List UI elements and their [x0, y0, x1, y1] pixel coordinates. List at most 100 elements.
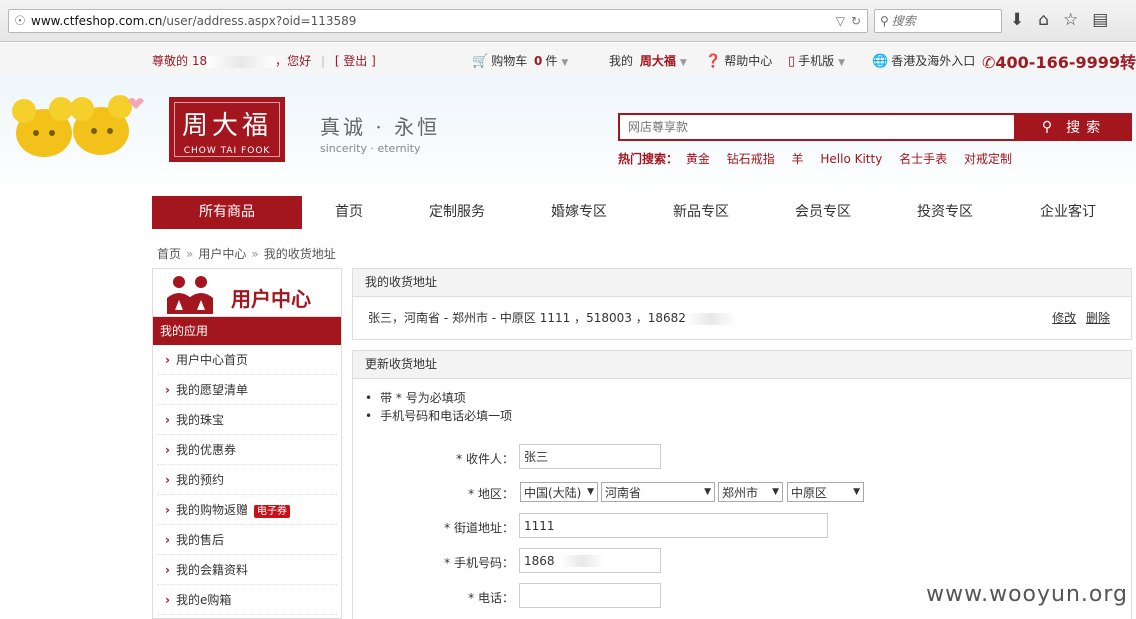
recipient-label: * 收件人： — [456, 452, 514, 466]
my-addresses-panel: 我的收货地址 张三，河南省 - 郑州市 - 中原区 1111 ，518003 ，… — [352, 268, 1132, 340]
chevron-down-icon: ▼ — [679, 58, 687, 68]
hot-keyword[interactable]: 钻石戒指 — [727, 152, 775, 166]
cart-label: 购物车 — [491, 54, 528, 68]
sidebar-item-label: 我的会籍资料 — [175, 563, 248, 577]
nav-investment[interactable]: 投资专区 — [884, 196, 1006, 229]
hot-keyword[interactable]: Hello Kitty — [820, 152, 882, 166]
dropdown-icon[interactable]: ▽ — [836, 14, 845, 28]
province-select[interactable]: 河南省 ▼ — [601, 482, 715, 502]
home-icon[interactable]: ⌂ — [1038, 10, 1049, 30]
nav-corporate[interactable]: 企业客订 — [1006, 196, 1130, 229]
sidebar-section-my-apps: 我的应用 — [153, 317, 341, 345]
chevron-down-icon: ▼ — [704, 487, 711, 497]
site-search-input[interactable] — [618, 113, 1016, 141]
download-icon[interactable]: ⬇ — [1010, 10, 1024, 30]
mobile-version-link[interactable]: ▯ 手机版 ▼ — [788, 52, 845, 69]
user-greeting: 尊敬的 18 ，您好 | [ 登出 ] — [152, 54, 376, 68]
sidebar-item-label: 我的购物返赠 — [175, 503, 248, 517]
sidebar-item-label: 我的售后 — [175, 533, 224, 547]
cart-count: 0 — [534, 54, 543, 68]
edit-address-link[interactable]: 修改 — [1052, 311, 1076, 325]
sidebar-item-after-sales[interactable]: › 我的售后 — [157, 525, 337, 555]
browser-search-box[interactable]: ⚲ — [874, 9, 1002, 33]
sidebar-item-label: 我的愿望清单 — [175, 383, 248, 397]
mascot-illustration — [12, 95, 144, 157]
phone-input[interactable] — [519, 583, 661, 608]
address-bar[interactable]: ☉ www.ctfeshop.com.cn/user/address.aspx?… — [8, 9, 868, 33]
browser-search-input[interactable] — [891, 14, 992, 28]
site-search: ⚲ 搜索 — [618, 113, 1132, 141]
chevron-right-icon: › — [165, 503, 170, 517]
chevron-down-icon: ▼ — [561, 58, 569, 68]
recipient-input[interactable] — [519, 444, 661, 469]
hot-keyword[interactable]: 名士手表 — [899, 152, 947, 166]
telephone-icon: ✆ — [982, 53, 996, 72]
my-account-menu[interactable]: 我的 周大福 ▼ — [609, 52, 687, 69]
greet-prefix: 尊敬的 18 — [152, 54, 208, 68]
masked-phone — [685, 312, 736, 325]
chevron-right-icon: › — [165, 533, 170, 547]
nav-all-products[interactable]: 所有商品 — [152, 196, 302, 229]
city-value: 郑州市 — [722, 485, 759, 500]
reading-list-icon[interactable]: ▤ — [1092, 10, 1108, 30]
breadcrumb-user-center[interactable]: 用户中心 — [198, 247, 246, 261]
breadcrumb: 首页 » 用户中心 » 我的收货地址 — [157, 245, 336, 262]
city-select[interactable]: 郑州市 ▼ — [718, 482, 783, 502]
my-brand: 周大福 — [639, 54, 676, 68]
chow-tai-fook-logo[interactable]: 周大福 CHOW TAI FOOK — [169, 97, 285, 162]
sidebar-header: 用户中心 — [153, 269, 341, 317]
update-address-title: 更新收货地址 — [353, 351, 1131, 379]
mobile-phone-icon: ▯ — [788, 54, 796, 69]
sidebar-item-user-home[interactable]: › 用户中心首页 — [157, 345, 337, 375]
url-text[interactable]: www.ctfeshop.com.cn/user/address.aspx?oi… — [31, 14, 356, 28]
chevron-right-icon: › — [165, 563, 170, 577]
country-value: 中国(大陆) — [524, 485, 582, 500]
form-notes: • 带 * 号为必填项 • 手机号码和电话必填一项 — [353, 379, 1131, 425]
chevron-right-icon: › — [165, 383, 170, 397]
nav-custom-service[interactable]: 定制服务 — [396, 196, 518, 229]
sidebar-item-coupons[interactable]: › 我的优惠券 — [157, 435, 337, 465]
sidebar-item-jewelry[interactable]: › 我的珠宝 — [157, 405, 337, 435]
sidebar-item-rebates[interactable]: › 我的购物返赠 电子券 — [157, 495, 337, 525]
slogan-cn: 真诚 · 永恒 — [320, 115, 441, 139]
hot-keyword[interactable]: 对戒定制 — [964, 152, 1012, 166]
sidebar-item-wishlist[interactable]: › 我的愿望清单 — [157, 375, 337, 405]
cart-icon: 🛒 — [472, 54, 489, 69]
e-coupon-badge: 电子券 — [253, 505, 290, 518]
sidebar-item-label: 我的优惠券 — [175, 443, 236, 457]
district-select[interactable]: 中原区 ▼ — [787, 482, 864, 502]
nav-members[interactable]: 会员专区 — [762, 196, 884, 229]
globe-icon: 🌐 — [872, 54, 889, 69]
watermark-text: www.wooyun.org — [926, 582, 1128, 607]
breadcrumb-home[interactable]: 首页 — [157, 247, 181, 261]
url-path: /user/address.aspx?oid=113589 — [162, 14, 357, 28]
district-value: 中原区 — [791, 485, 828, 500]
bookmark-star-icon[interactable]: ☆ — [1063, 10, 1078, 30]
sidebar-item-label: 我的珠宝 — [175, 413, 224, 427]
address-entry-text: 张三，河南省 - 郑州市 - 中原区 1111 ，518003 ，18682 — [368, 311, 686, 325]
logout-link[interactable]: [ 登出 ] — [335, 54, 376, 68]
sidebar-item-label: 我的e购箱 — [175, 593, 232, 607]
delete-address-link[interactable]: 删除 — [1086, 311, 1110, 325]
form-note: • 手机号码和电话必填一项 — [365, 409, 513, 423]
help-center-link[interactable]: ❓ 帮助中心 — [705, 52, 772, 69]
hk-overseas-link[interactable]: 🌐 香港及海外入口 — [872, 52, 975, 69]
logo-en: CHOW TAI FOOK — [183, 146, 271, 156]
street-input[interactable] — [519, 513, 828, 538]
sidebar-item-appointments[interactable]: › 我的预约 — [157, 465, 337, 495]
site-search-button[interactable]: ⚲ 搜索 — [1016, 113, 1132, 141]
country-select[interactable]: 中国(大陆) ▼ — [520, 482, 598, 502]
hot-keyword[interactable]: 黄金 — [686, 152, 710, 166]
nav-home[interactable]: 首页 — [302, 196, 396, 229]
chevron-down-icon: ▼ — [838, 58, 846, 68]
hotline-number: ✆400-166-9999转8 — [982, 49, 1136, 73]
cart-link[interactable]: 🛒 购物车 0 件 ▼ — [472, 52, 568, 69]
sidebar-item-membership[interactable]: › 我的会籍资料 — [157, 555, 337, 585]
hot-keyword[interactable]: 羊 — [792, 152, 804, 166]
sidebar-item-e-box[interactable]: › 我的e购箱 — [157, 585, 337, 615]
cart-unit: 件 — [545, 54, 558, 68]
reload-icon[interactable]: ↻ — [851, 14, 861, 28]
nav-wedding[interactable]: 婚嫁专区 — [518, 196, 640, 229]
nav-new-arrivals[interactable]: 新品专区 — [640, 196, 762, 229]
phone-label: * 电话： — [468, 591, 514, 605]
